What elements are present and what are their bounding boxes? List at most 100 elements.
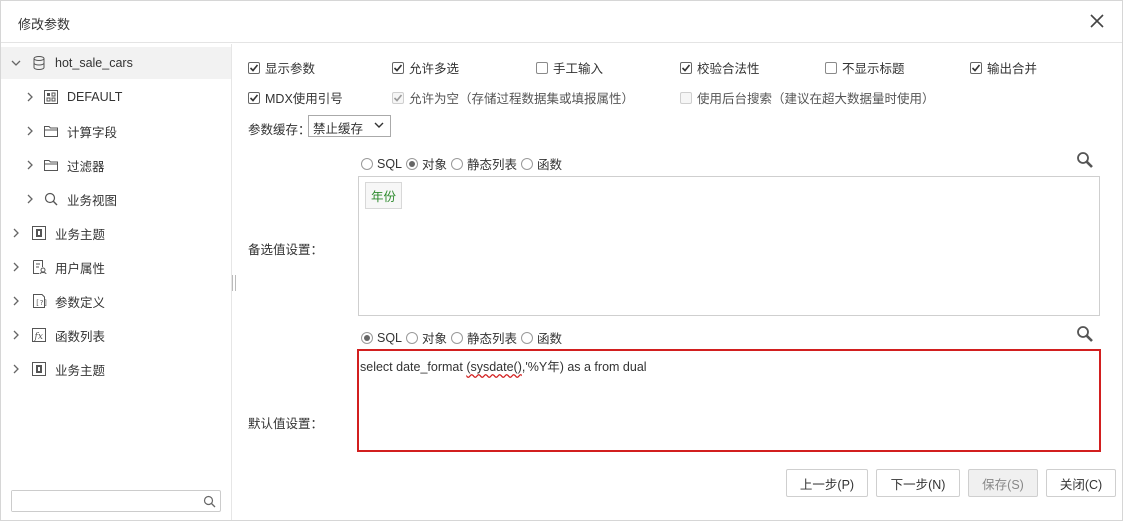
allow-multiselect-checkbox[interactable]: 允许多选 [392,58,459,77]
candidate-radio-object[interactable]: 对象 [406,154,447,173]
search-icon [43,191,59,207]
chevron-down-icon [373,119,385,134]
chevron-right-icon[interactable] [23,192,37,206]
radio-label: 对象 [422,158,448,172]
resource-tree-panel: hot_sale_cars DEFAULT 计算字段 过滤器 业务视图 业务主题… [1,44,232,520]
field-chip-year[interactable]: 年份 [365,182,403,209]
search-icon[interactable] [203,495,216,511]
candidate-drop-area[interactable]: 年份 [358,176,1100,316]
tree-node-label: 函数列表 [55,329,106,344]
candidate-search-icon[interactable] [1076,151,1094,172]
close-icon[interactable] [1086,10,1108,32]
validate-legality-checkbox[interactable]: 校验合法性 [680,58,760,77]
candidate-radio-function[interactable]: 函数 [521,154,562,173]
radio-off-icon [451,157,464,170]
radio-off-icon [451,331,464,344]
tree-node-business-view[interactable]: 业务视图 [1,183,231,215]
tree-search-input[interactable] [12,491,192,511]
option-label: 手工输入 [553,62,604,76]
svg-text:fx: fx [34,332,43,342]
checkbox-unchecked-icon [680,91,692,104]
chevron-right-icon[interactable] [9,328,23,342]
radio-on-icon [406,157,419,170]
radio-label: 对象 [422,332,448,346]
radio-label: 函数 [537,332,563,346]
user-attribute-icon [31,259,47,275]
radio-on-icon [361,331,373,344]
merge-output-checkbox[interactable]: 输出合并 [970,58,1037,77]
tree-node-filters[interactable]: 过滤器 [1,149,231,181]
tree-node-default[interactable]: DEFAULT [1,81,231,113]
tree-node-function-list[interactable]: fx 函数列表 [1,319,231,351]
folder-icon [43,157,59,173]
candidate-radio-static-list[interactable]: 静态列表 [451,154,517,173]
tree-node-label: hot_sale_cars [55,56,133,70]
chevron-right-icon[interactable] [23,90,37,104]
tree-search-box[interactable] [11,490,221,512]
radio-off-icon [521,157,534,170]
default-radio-function[interactable]: 函数 [521,328,562,347]
tree-node-business-theme-2[interactable]: 业务主题 [1,353,231,385]
prev-step-button[interactable]: 上一步(P) [786,469,868,497]
close-button[interactable]: 关闭(C) [1046,469,1116,497]
modify-parameter-dialog: 修改参数 hot_sale_cars DEFAULT 计算字段 过滤器 业务视图… [0,0,1123,521]
default-radio-sql[interactable]: SQL [361,331,402,345]
checkbox-checked-icon [248,91,260,104]
default-value-label: 默认值设置： [248,417,324,431]
chevron-right-icon[interactable] [9,294,23,308]
show-parameter-checkbox[interactable]: 显示参数 [248,58,315,77]
chevron-down-icon[interactable] [9,56,23,70]
radio-label: 函数 [537,158,563,172]
next-step-button[interactable]: 下一步(N) [876,469,960,497]
default-radio-static-list[interactable]: 静态列表 [451,328,517,347]
checkbox-checked-icon [680,61,692,74]
allow-null-checkbox[interactable]: 允许为空（存储过程数据集或填报属性） [392,88,634,107]
parameter-icon: [?] [31,293,48,309]
cache-label: 参数缓存： [248,123,311,137]
cache-select[interactable]: 禁止缓存 [308,115,391,137]
sql-text: select date_format (sysdate(),'%Y年) as a… [360,360,647,374]
radio-label: 静态列表 [467,332,518,346]
tree-node-label: DEFAULT [67,90,123,104]
save-button[interactable]: 保存(S) [968,469,1038,497]
mdx-quote-checkbox[interactable]: MDX使用引号 [248,88,343,107]
dialog-titlebar: 修改参数 [1,1,1122,43]
hide-title-checkbox[interactable]: 不显示标题 [825,58,905,77]
option-label: 允许多选 [409,62,460,76]
chevron-right-icon[interactable] [9,260,23,274]
tree-node-root[interactable]: hot_sale_cars [1,47,231,79]
panel-splitter-handle[interactable] [232,275,236,291]
manual-input-checkbox[interactable]: 手工输入 [536,58,603,77]
svg-text:[?]: [?] [35,299,47,307]
folder-icon [43,123,59,139]
tree-node-label: 计算字段 [67,125,118,140]
option-label: MDX使用引号 [265,92,343,106]
schema-icon [43,89,59,105]
radio-label: 静态列表 [467,158,518,172]
checkbox-checked-icon [248,61,260,74]
backend-search-checkbox[interactable]: 使用后台搜索（建议在超大数据量时使用） [680,88,935,107]
tree-node-business-theme[interactable]: 业务主题 [1,217,231,249]
default-sql-editor[interactable]: select date_format (sysdate(),'%Y年) as a… [357,349,1101,452]
checkbox-unchecked-icon [536,61,548,74]
chevron-right-icon[interactable] [23,124,37,138]
chevron-right-icon[interactable] [9,226,23,240]
candidate-radio-sql[interactable]: SQL [361,157,402,171]
tree-node-label: 用户属性 [55,261,106,276]
chevron-right-icon[interactable] [9,362,23,376]
tree-node-user-attributes[interactable]: 用户属性 [1,251,231,283]
tree-node-calculated-fields[interactable]: 计算字段 [1,115,231,147]
checkbox-unchecked-icon [825,61,837,74]
default-radio-object[interactable]: 对象 [406,328,447,347]
checkbox-checked-icon [392,91,404,104]
chevron-right-icon[interactable] [23,158,37,172]
tree-node-label: 业务主题 [55,227,106,242]
tree-node-parameter-definition[interactable]: [?] 参数定义 [1,285,231,317]
radio-label: SQL [377,330,403,345]
option-label: 显示参数 [265,62,316,76]
cache-select-value: 禁止缓存 [313,122,364,136]
radio-off-icon [406,331,419,344]
option-label: 输出合并 [987,62,1038,76]
option-label: 使用后台搜索（建议在超大数据量时使用） [697,92,935,106]
default-search-icon[interactable] [1076,325,1094,346]
